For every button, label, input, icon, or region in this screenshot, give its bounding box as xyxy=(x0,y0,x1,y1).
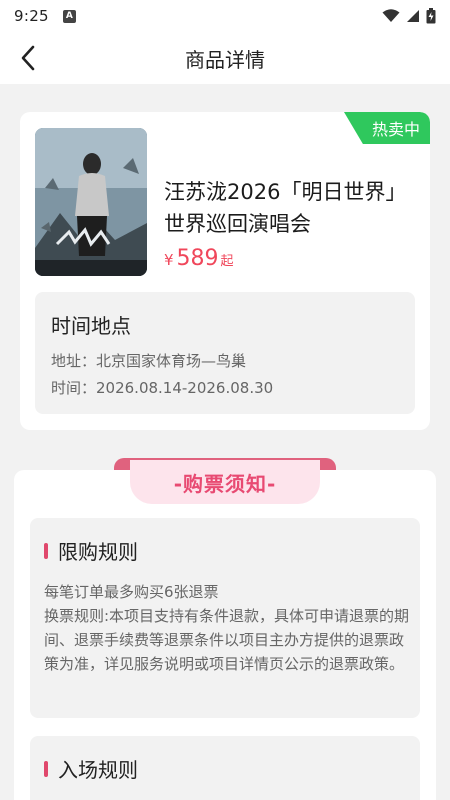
back-arrow-icon xyxy=(21,45,35,71)
purchase-limit-rule-box: 限购规则 每笔订单最多购买6张退票 换票规则:本项目支持有条件退款，具体可申请退… xyxy=(30,518,420,718)
entry-rule-title: 入场规则 xyxy=(58,758,138,782)
nav-bar: 商品详情 xyxy=(0,32,450,84)
venue-title: 时间地点 xyxy=(51,314,131,338)
purchase-limit-title: 限购规则 xyxy=(58,540,138,564)
notification-icon: A xyxy=(62,9,76,23)
rule-marker xyxy=(44,760,48,777)
poster-art xyxy=(35,128,147,276)
status-icons xyxy=(382,8,436,24)
hot-sale-badge: 热卖中 xyxy=(344,112,430,144)
purchase-notice-heading: -购票须知- xyxy=(130,460,320,504)
product-name: 汪苏泷2026「明日世界」 世界巡回演唱会 xyxy=(164,176,424,240)
rule-marker xyxy=(44,542,48,559)
price: ¥ 589 起 xyxy=(164,246,234,271)
purchase-limit-line1: 每笔订单最多购买6张退票 xyxy=(44,583,219,601)
product-card[interactable]: 热卖中 汪苏泷2026「明日世界」 世界巡回演唱会 ¥ 589 起 时间地点 地… xyxy=(20,112,430,430)
venue-time: 时间：2026.08.14-2026.08.30 xyxy=(51,379,274,397)
venue-info-box: 时间地点 地址：北京国家体育场—鸟巢 时间：2026.08.14-2026.08… xyxy=(35,292,415,414)
battery-icon xyxy=(426,8,436,24)
signal-icon xyxy=(407,10,419,22)
wifi-icon xyxy=(382,9,400,22)
purchase-limit-text: 每笔订单最多购买6张退票 换票规则:本项目支持有条件退款，具体可申请退票的期间、… xyxy=(44,580,410,676)
price-currency: ¥ xyxy=(164,251,174,269)
event-poster-image[interactable] xyxy=(35,128,147,276)
back-button[interactable] xyxy=(12,42,44,74)
product-name-line1: 汪苏泷2026「明日世界」 xyxy=(164,180,407,204)
page-title: 商品详情 xyxy=(185,47,265,72)
entry-rule-title-row: 入场规则 xyxy=(44,754,138,783)
venue-address: 地址：北京国家体育场—鸟巢 xyxy=(51,352,247,370)
price-value: 589 xyxy=(176,246,219,271)
purchase-limit-title-row: 限购规则 xyxy=(44,536,138,565)
status-time: 9:25 xyxy=(14,7,49,25)
status-bar: 9:25 A xyxy=(0,0,450,32)
price-suffix: 起 xyxy=(220,254,234,269)
entry-rule-box: 入场规则 xyxy=(30,736,420,800)
product-name-line2: 世界巡回演唱会 xyxy=(164,212,311,236)
purchase-limit-line2: 换票规则:本项目支持有条件退款，具体可申请退票的期间、退票手续费等退票条件以项目… xyxy=(44,607,410,673)
